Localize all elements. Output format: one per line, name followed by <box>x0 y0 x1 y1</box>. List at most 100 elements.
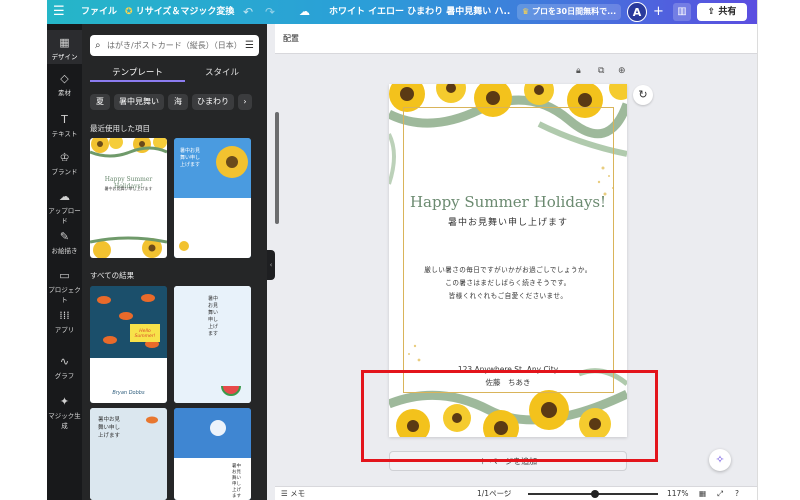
pro-label: プロを30日間無料で... <box>531 7 617 16</box>
top-bar: ☰ ファイル ✪ リサイズ＆マジック変換 ↶ ↷ ☁ ホワイト イエロー ひまわ… <box>47 0 757 24</box>
add-collaborator-button[interactable]: + <box>653 0 664 24</box>
template-thumbnail[interactable]: 暑中お見舞い申し上げます <box>174 408 251 500</box>
page-indicator[interactable]: 1/1ページ <box>477 487 511 500</box>
lock-icon[interactable]: 🔒︎ <box>576 66 581 76</box>
search-placeholder: はがき/ポストカード（縦長）（日本） <box>107 41 242 50</box>
card-body-line[interactable]: 厳しい暑さの毎日ですがいかがお過ごしでしょうか。 <box>389 264 627 274</box>
notes-icon: ☰ <box>281 489 288 498</box>
thumb-text: 暑中お見舞い申し上げます <box>208 296 219 337</box>
rail-item-design[interactable]: ▦ デザイン <box>47 30 82 64</box>
thumb-text: 暑中お見舞い申し上げます <box>180 148 201 168</box>
chip-sunflower[interactable]: ひまわり <box>192 94 234 110</box>
pro-trial-button[interactable]: ♛ プロを30日間無料で... <box>517 4 621 20</box>
rail-item-upload[interactable]: ☁ アップロード <box>47 190 82 225</box>
share-label: 共有 <box>718 7 737 17</box>
rail-label: ブランド <box>51 168 78 176</box>
rail-item-magic[interactable]: ✦ マジック生成 <box>47 395 82 430</box>
draw-icon: ✎ <box>59 230 70 243</box>
rail-label: テキスト <box>51 130 78 138</box>
template-thumbnail[interactable]: Happy Summer Holidays! 暑中お見舞い申し上げます <box>90 138 167 258</box>
thumb-text: 暑中お見舞い申し上げます <box>232 464 241 499</box>
rail-item-apps[interactable]: ⁞⁞⁞ アプリ <box>47 309 82 334</box>
tab-styles[interactable]: スタイル <box>185 64 259 82</box>
left-rail: ▦ デザイン ◇ 素材 T テキスト ♔ ブランド ☁ アップロード ✎ お絵描き ▭ プロジ… <box>47 24 82 500</box>
resize-label: リサイズ＆マジック変換 <box>135 7 235 17</box>
text-icon: T <box>61 113 68 126</box>
card-title[interactable]: Happy Summer Holidays! <box>389 193 627 211</box>
goldfish-card-thumb <box>90 286 167 403</box>
fullscreen-icon[interactable]: ⤢ <box>717 487 723 500</box>
crown-icon: ♛ <box>522 7 530 16</box>
templates-panel: ⌕ はがき/ポストカード（縦長）（日本） ☰ テンプレート スタイル 夏 暑中見… <box>82 24 267 500</box>
crown-icon: ✪ <box>125 7 133 17</box>
rotate-icon[interactable]: ↻ <box>633 85 653 105</box>
tab-templates[interactable]: テンプレート <box>90 64 185 82</box>
rail-label: プロジェクト <box>48 286 81 304</box>
sunflower-card-thumb <box>90 138 167 258</box>
folder-icon: ▭ <box>59 269 70 282</box>
share-button[interactable]: ⇪ 共有 <box>697 3 747 21</box>
rail-label: マジック生成 <box>48 412 81 430</box>
rail-item-draw[interactable]: ✎ お絵描き <box>47 230 82 255</box>
all-results-heading: すべての結果 <box>90 271 135 280</box>
add-page-icon[interactable]: ⊕ <box>618 66 626 76</box>
rail-label: アプリ <box>54 326 75 334</box>
hamburger-icon[interactable]: ☰ <box>53 0 65 24</box>
analytics-icon[interactable]: ▥ <box>673 3 691 21</box>
notes-label: メモ <box>290 489 306 498</box>
undo-icon[interactable]: ↶ <box>243 0 253 24</box>
chip-summer[interactable]: 夏 <box>90 94 110 110</box>
rail-label: お絵描き <box>51 247 78 255</box>
shapes-icon: ◇ <box>60 72 69 85</box>
recent-heading: 最近使用した項目 <box>90 124 150 133</box>
highlight-box <box>361 370 658 462</box>
magic-sparkle-icon[interactable]: ✧ <box>709 449 731 471</box>
resize-button[interactable]: ✪ リサイズ＆マジック変換 <box>125 0 234 24</box>
bottom-bar: ☰ メモ ⌃ 1/1ページ 117% ▦ ⤢ ? <box>275 486 757 500</box>
rail-item-projects[interactable]: ▭ プロジェクト <box>47 269 82 304</box>
cloud-save-icon[interactable]: ☁ <box>299 0 310 24</box>
search-input[interactable]: ⌕ はがき/ポストカード（縦長）（日本） ☰ <box>90 35 259 56</box>
graph-icon: ∿ <box>59 355 70 368</box>
apps-icon: ⁞⁞⁞ <box>59 309 70 322</box>
magic-icon: ✦ <box>59 395 70 408</box>
document-title[interactable]: ホワイト イエロー ひまわり 暑中見舞い ハ... <box>329 0 511 24</box>
card-subtitle[interactable]: 暑中お見舞い申し上げます <box>389 215 627 228</box>
brand-icon: ♔ <box>59 151 70 164</box>
avatar[interactable]: A <box>627 2 647 22</box>
notes-button[interactable]: ☰ メモ <box>281 487 305 500</box>
template-thumbnail[interactable]: 暑中お見舞い申し上げます <box>90 408 167 500</box>
filter-icon[interactable]: ☰ <box>245 35 254 56</box>
file-menu[interactable]: ファイル <box>81 0 117 24</box>
template-thumbnail[interactable]: Hello Summer! Bryan Dobbs <box>90 286 167 403</box>
rail-item-elements[interactable]: ◇ 素材 <box>47 72 82 97</box>
rail-item-text[interactable]: T テキスト <box>47 113 82 138</box>
rail-item-graph[interactable]: ∿ グラフ <box>47 355 82 380</box>
zoom-level[interactable]: 117% <box>667 487 688 500</box>
gold-frame <box>403 107 614 393</box>
thumb-badge: Hello Summer! <box>134 329 156 339</box>
rail-label: アップロード <box>48 207 81 225</box>
panel-scrollbar[interactable] <box>275 112 279 224</box>
chip-next[interactable]: › <box>238 94 252 110</box>
rail-label: デザイン <box>51 53 78 61</box>
grid-icon[interactable]: ▦ <box>699 487 706 500</box>
template-thumbnail[interactable]: 暑中お見舞い申し上げます <box>174 286 251 403</box>
rail-label: グラフ <box>54 372 75 380</box>
thumb-text: 暑中お見舞い申し上げます <box>98 417 121 439</box>
collapse-panel-handle[interactable]: ‹ <box>267 250 275 280</box>
canvas-toolbar: 配置 <box>275 24 757 54</box>
rail-item-brand[interactable]: ♔ ブランド <box>47 151 82 176</box>
redo-icon[interactable]: ↷ <box>265 0 275 24</box>
help-button[interactable]: ? <box>735 487 739 500</box>
chip-summer-greeting[interactable]: 暑中見舞い <box>114 94 164 110</box>
search-icon: ⌕ <box>95 40 101 51</box>
card-body-line[interactable]: 皆様くれぐれもご自愛くださいませ。 <box>389 290 627 300</box>
zoom-slider-handle[interactable] <box>591 490 599 498</box>
duplicate-icon[interactable]: ⧉ <box>598 66 604 76</box>
thumb-subtitle: 暑中お見舞い申し上げます <box>104 186 153 191</box>
template-thumbnail[interactable]: 暑中お見舞い申し上げます <box>174 138 251 258</box>
position-button[interactable]: 配置 <box>283 24 299 54</box>
card-body-line[interactable]: この暑さはまだしばらく続きそうです。 <box>389 277 627 287</box>
chip-sea[interactable]: 海 <box>168 94 188 110</box>
